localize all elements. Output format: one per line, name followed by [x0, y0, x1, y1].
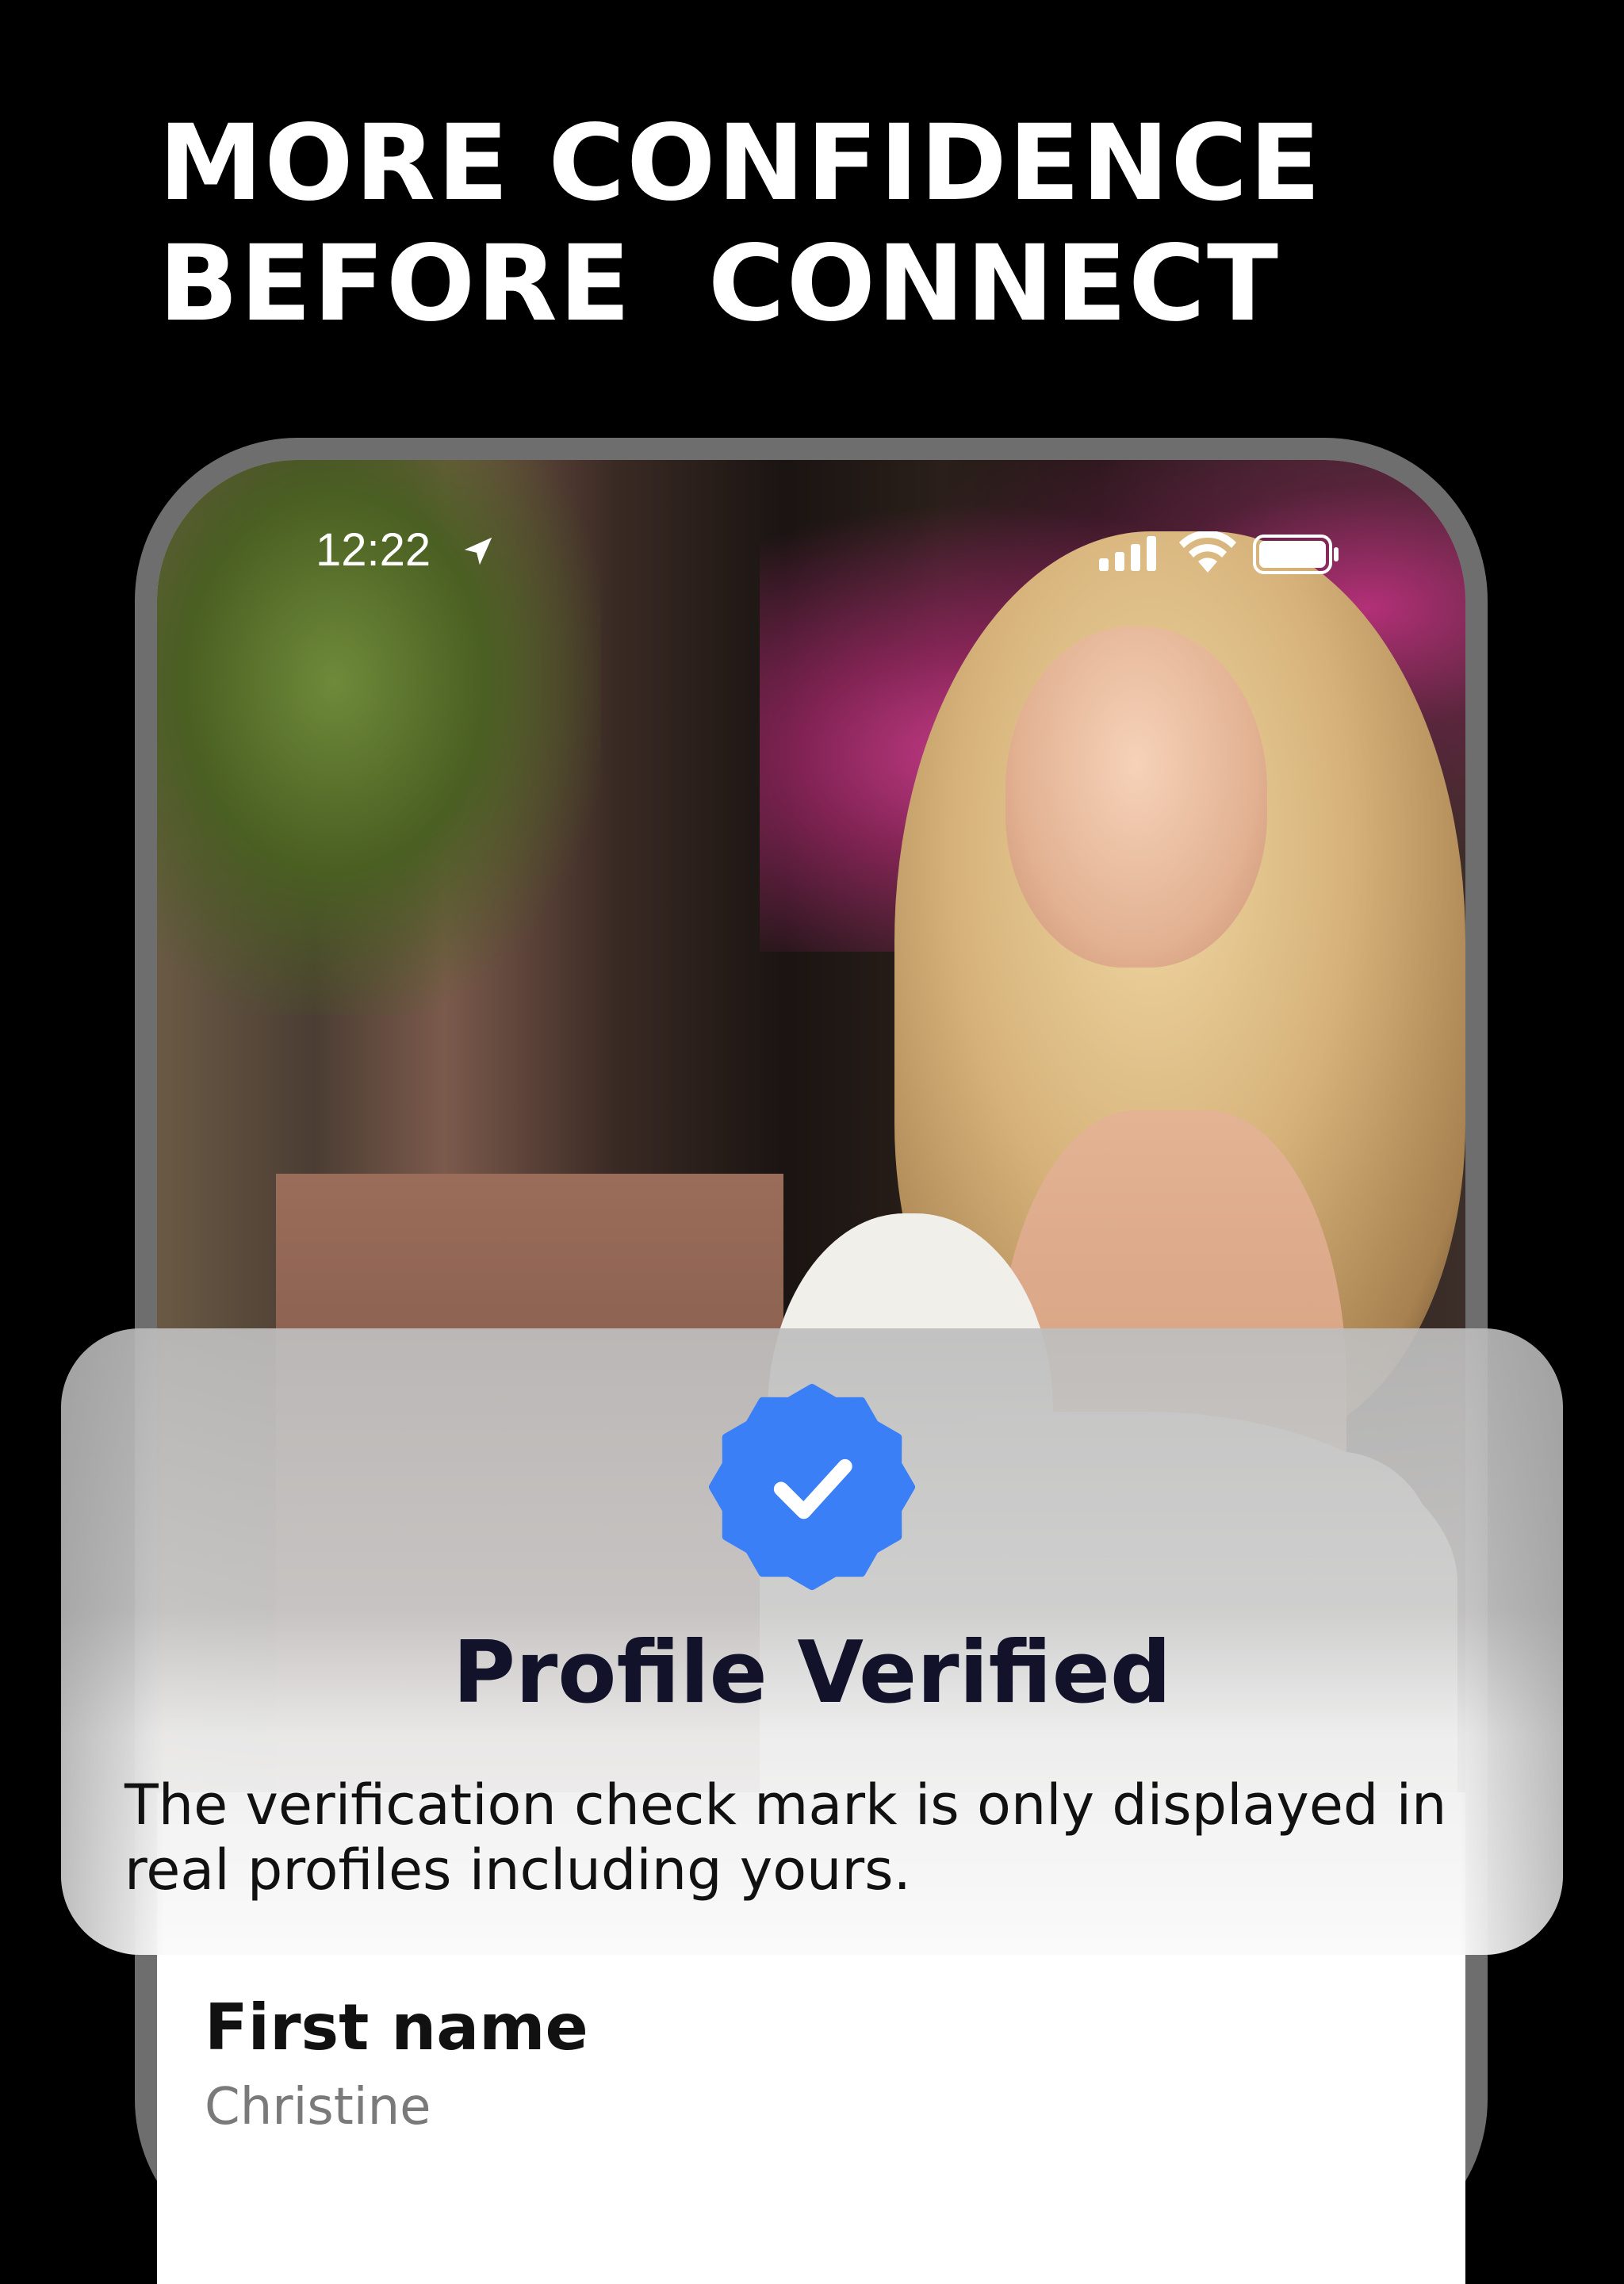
field-value: Christine — [205, 2078, 431, 2136]
signal-icon — [1099, 536, 1156, 571]
profile-field-first-name[interactable]: First name Christine — [157, 1959, 1465, 2284]
status-time: 12:22 — [316, 524, 431, 576]
status-bar: 12:22 — [157, 460, 1465, 619]
location-arrow-icon — [464, 537, 492, 565]
verification-card: Profile Verified The verification check … — [61, 1328, 1563, 1955]
wifi-icon — [1179, 531, 1236, 573]
battery-icon — [1253, 535, 1339, 574]
headline: MORE CONFIDENCE BEFORE CONNECT — [159, 102, 1323, 345]
card-title: Profile Verified — [452, 1623, 1172, 1723]
verified-badge-icon — [709, 1384, 915, 1590]
card-description: The verification check mark is only disp… — [124, 1772, 1447, 1903]
field-label: First name — [205, 1991, 588, 2064]
